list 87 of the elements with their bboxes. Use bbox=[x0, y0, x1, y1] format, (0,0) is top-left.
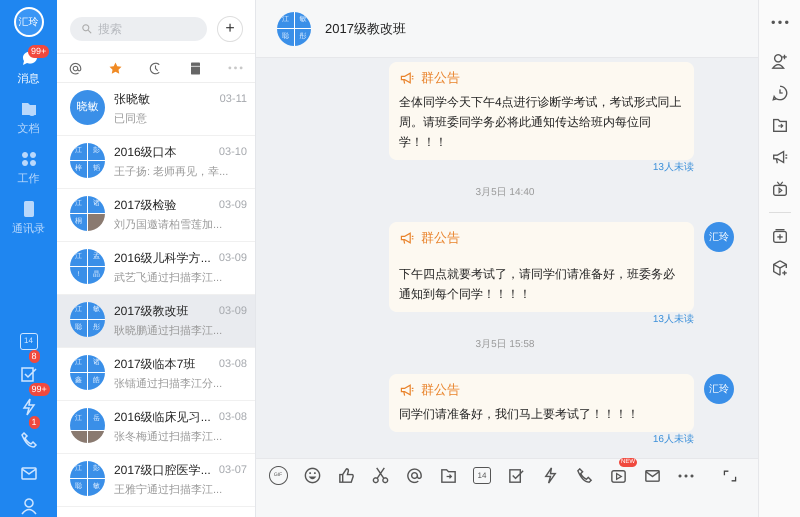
chat-name: 2016级临床见习... bbox=[114, 409, 211, 426]
cube-plus-icon bbox=[770, 259, 788, 277]
chat-list-item[interactable]: 晓敏 张晓敏 03-11 已同意 bbox=[57, 83, 255, 136]
history-icon bbox=[770, 84, 788, 102]
megaphone-icon bbox=[399, 382, 415, 398]
expand-icon bbox=[722, 468, 738, 484]
chat-time: 03-10 bbox=[218, 144, 247, 160]
chat-preview: 张冬梅通过扫描李江... bbox=[114, 430, 224, 445]
emoji-icon bbox=[302, 466, 322, 485]
badge: 8 bbox=[28, 350, 40, 363]
side-button[interactable] bbox=[770, 227, 788, 245]
megaphone-icon bbox=[399, 230, 415, 246]
filter-tab[interactable] bbox=[67, 60, 83, 76]
chat-time: 03-09 bbox=[218, 198, 247, 213]
chat-time: 03-08 bbox=[218, 356, 247, 372]
chat-preview: 王雅宁通过扫描李江... bbox=[114, 482, 224, 498]
at-sign-icon bbox=[68, 60, 82, 76]
thumbs-up-icon bbox=[336, 466, 356, 485]
chat-time: 03-09 bbox=[218, 250, 247, 266]
tv-icon bbox=[770, 180, 788, 198]
folder-arrow-icon bbox=[438, 466, 458, 485]
megaphone-icon bbox=[399, 70, 415, 86]
side-button[interactable] bbox=[770, 52, 788, 70]
sender-avatar: 汇玲 bbox=[704, 374, 734, 404]
timestamp: 3月5日 15:58 bbox=[474, 338, 536, 352]
chat-preview: 已同意 bbox=[114, 112, 148, 127]
unread-count: 16人未读 bbox=[652, 432, 694, 447]
badge: 99+ bbox=[28, 383, 50, 396]
sender-avatar: 汇玲 bbox=[704, 222, 734, 252]
chat-time: 03-07 bbox=[218, 462, 247, 478]
announcement-text: 下午四点就要考试了，请同学们请准备好，班委务必通知到每个同学！！！！ bbox=[399, 266, 676, 303]
unread-count: 13人未读 bbox=[652, 312, 694, 327]
announcement-text: 同学们请准备好，我们马上要考试了！！！！ bbox=[399, 406, 640, 423]
photo-placeholder bbox=[88, 214, 105, 231]
side-button[interactable] bbox=[770, 180, 788, 198]
nav-item[interactable]: 消息 99+ bbox=[0, 43, 57, 93]
chat-preview: 张镭通过扫描李江分... bbox=[114, 376, 224, 392]
megaphone-icon bbox=[770, 148, 788, 166]
badge: 99+ bbox=[28, 45, 50, 58]
chat-name: 2016级儿科学方... bbox=[114, 250, 211, 267]
chat-time: 03-09 bbox=[218, 304, 247, 319]
side-button[interactable] bbox=[770, 148, 788, 166]
unread-count: 13人未读 bbox=[652, 160, 694, 175]
add-button[interactable]: + bbox=[217, 16, 243, 42]
chat-name: 2017级口腔医学... bbox=[114, 462, 211, 479]
chat-name: 2017级教改班 bbox=[114, 303, 189, 320]
announcement-title: 群公告 bbox=[421, 381, 460, 399]
at-sign-icon bbox=[404, 466, 424, 485]
folder-arrow-icon bbox=[770, 116, 788, 134]
chat-time: 03-08 bbox=[218, 410, 247, 425]
announcement-title: 群公告 bbox=[421, 69, 460, 87]
chat-name: 2017级临本7班 bbox=[114, 356, 196, 373]
chat-name: 张晓敏 bbox=[114, 91, 150, 108]
chat-time: 03-11 bbox=[220, 92, 247, 107]
scissors-icon bbox=[370, 466, 390, 485]
announcement-text: 全体同学今天下午4点进行诊断学考试，考试形式同上周。请班委同学务必将此通知传达给班内每位同学！！！ bbox=[399, 94, 683, 151]
announcement-title: 群公告 bbox=[421, 229, 460, 247]
search-icon bbox=[81, 23, 93, 35]
badge: 1 bbox=[28, 416, 40, 429]
photo-placeholder bbox=[70, 431, 87, 443]
phone-icon bbox=[18, 430, 38, 450]
side-button[interactable] bbox=[770, 259, 788, 277]
chat-preview: 刘乃国邀请柏雪莲加... bbox=[114, 218, 224, 233]
chat-preview: 耿晓鹏通过扫描李江... bbox=[114, 324, 224, 339]
timestamp: 3月5日 14:40 bbox=[474, 186, 536, 200]
toolbar-button[interactable]: 14 bbox=[470, 464, 494, 488]
side-button[interactable] bbox=[770, 84, 788, 102]
box-plus-icon bbox=[770, 227, 788, 245]
avatar: 晓敏 bbox=[70, 90, 105, 125]
more-icon bbox=[770, 20, 788, 24]
chat-title: 2017级教改班 bbox=[325, 20, 406, 38]
photo-placeholder bbox=[88, 431, 105, 443]
checkbox-icon bbox=[506, 466, 526, 485]
chat-name: 2016级口本 bbox=[114, 144, 177, 161]
star-icon bbox=[108, 60, 122, 76]
add-person-icon bbox=[770, 52, 788, 70]
message-input-area[interactable] bbox=[256, 492, 758, 517]
chat-preview: 王子扬: 老师再见，幸... bbox=[114, 165, 230, 180]
side-button[interactable] bbox=[770, 116, 788, 134]
calendar-icon: 14 bbox=[473, 467, 491, 484]
chat-name: 2017级检验 bbox=[114, 197, 177, 214]
more-icon bbox=[678, 474, 694, 478]
person-icon bbox=[18, 496, 38, 516]
more-icon bbox=[228, 66, 242, 70]
phone-icon bbox=[574, 466, 594, 485]
chat-preview: 武艺飞通过扫描李江... bbox=[114, 270, 224, 286]
clock-icon bbox=[148, 60, 162, 76]
